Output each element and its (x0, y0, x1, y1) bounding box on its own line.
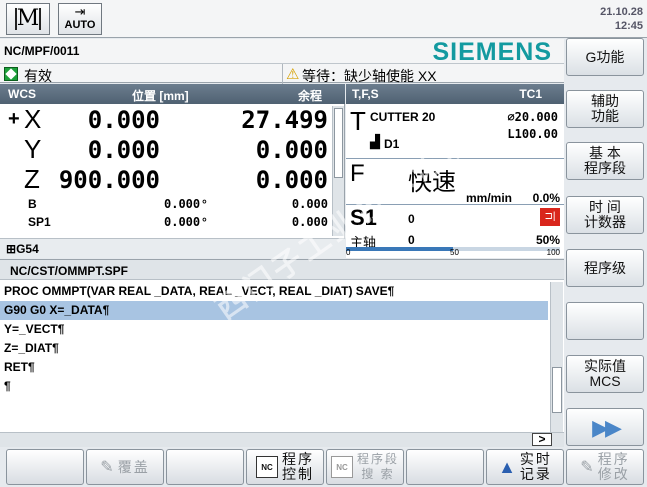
active-status-icon (4, 67, 18, 81)
tool-carrier: TC1 (519, 87, 542, 101)
program-scrollbar[interactable] (550, 282, 563, 432)
scale-max: 100 (546, 248, 560, 257)
hkey-program-modify[interactable]: ✎ 程序 修改 (566, 449, 644, 485)
edit-icon: ✎ (100, 459, 114, 476)
spindle-override: 50% (535, 233, 560, 247)
axis-name: X (24, 104, 42, 134)
program-panel: NC/CST/OMMPT.SPF PROC OMMPT(VAR REAL _DA… (0, 259, 564, 447)
spindle-label: S1 (350, 205, 377, 230)
spindle-speed: 0 (408, 212, 415, 226)
scroll-right-button[interactable]: > (532, 433, 552, 446)
auto-mode-icon[interactable]: ⇥ AUTO (58, 3, 102, 35)
softkey-basic-block[interactable]: 基 本 程序段 (566, 142, 644, 180)
axis-position: 0.000 (87, 106, 160, 134)
hkey-3[interactable] (166, 449, 244, 485)
warning-icon: ⚠ (286, 66, 300, 83)
alarm-text: 等待：缺少轴使能 XX (302, 68, 437, 84)
date-display: 21.10.28 (600, 6, 643, 18)
softkey-actual-value-mcs[interactable]: 实际值 MCS (566, 355, 644, 393)
channel-status: 有效 (24, 68, 52, 84)
program-line[interactable]: ¶ (0, 377, 548, 396)
feed-unit: mm/min (466, 191, 513, 205)
axis-position: 0.000 (87, 136, 160, 164)
distance-to-go-header: 余程 (298, 89, 323, 103)
softkey-program-level[interactable]: 程序级 (566, 249, 644, 287)
feed-override: 0.0% (532, 191, 560, 205)
position-header: 位置 [mm] (132, 89, 189, 103)
softkey-time-counter[interactable]: 时 间 计数器 (566, 196, 644, 234)
hkey-overwrite[interactable]: ✎ 覆盖 (86, 449, 164, 485)
axis-remaining: 0.000 (255, 166, 328, 194)
axis-name: Z (24, 164, 40, 194)
axis-remaining: 0.000 (255, 136, 328, 164)
program-line[interactable]: RET¶ (0, 358, 548, 377)
feed-label: F (350, 160, 365, 187)
tool-diameter: ⌀20.000 (507, 110, 558, 124)
softkey-aux-function[interactable]: 辅助 功能 (566, 90, 644, 128)
tfs-title: T,F,S (352, 87, 379, 101)
feed-value: 快速 (408, 169, 456, 196)
machine-mode-icon[interactable]: M (6, 3, 50, 35)
spindle-stop-icon: ⊐| (540, 208, 560, 226)
axis-name: Y (24, 134, 42, 164)
program-line[interactable]: Z=_DIAT¶ (0, 339, 548, 358)
modify-icon: ✎ (580, 459, 594, 476)
mill-tool-icon: ▟ (370, 134, 380, 149)
program-file-path: NC/CST/OMMPT.SPF (10, 264, 129, 278)
frame-icon: ⊞ (6, 242, 17, 256)
program-editor[interactable]: PROC OMMPT(VAR REAL _DATA, REAL _VECT, R… (0, 282, 548, 432)
wcs-panel: WCS 位置 [mm] 余程 + X 0.000 27.499 Y 0.000 … (0, 84, 345, 258)
program-line-selected[interactable]: G90 G0 X=_DATA¶ (0, 301, 548, 320)
time-display: 12:45 (614, 20, 643, 32)
tfs-panel: T,F,S TC1 T CUTTER 20 ⌀20.000 L100.00 ▟ … (346, 84, 564, 258)
tool-label: T (350, 106, 366, 136)
softkey-g-function[interactable]: G功能 (566, 38, 644, 76)
axis-position: 900.000 (58, 166, 160, 194)
tool-name: CUTTER 20 (370, 110, 436, 124)
hkey-block-search[interactable]: NC 程序段 搜 索 (326, 449, 404, 485)
nc-icon: NC (256, 456, 278, 478)
program-line[interactable]: PROC OMMPT(VAR REAL _DATA, REAL _VECT, R… (0, 282, 548, 301)
axis-row-b: B 0.000 ° 0.000 (28, 197, 328, 211)
tool-edge: D1 (384, 137, 400, 151)
work-offset: G54 (16, 242, 39, 256)
top-bar: M ⇥ AUTO 21.10.28 12:45 (0, 0, 647, 38)
hkey-program-control[interactable]: NC 程序 控制 (246, 449, 324, 485)
axis-scrollbar[interactable] (332, 106, 344, 236)
hkey-6[interactable] (406, 449, 484, 485)
hkey-1[interactable] (6, 449, 84, 485)
tool-length: L100.00 (507, 127, 558, 141)
spindle-sub-value: 0 (408, 233, 415, 247)
wcs-title: WCS (8, 87, 36, 101)
axis-remaining: 27.499 (241, 106, 328, 134)
record-icon: ▲ (498, 456, 516, 477)
scale-min: 0 (346, 248, 351, 257)
program-line[interactable]: Y=_VECT¶ (0, 320, 548, 339)
softkey-next-icon[interactable]: ▶▶ (566, 408, 644, 446)
axis-row-z: Z 900.000 0.000 (0, 164, 330, 196)
program-path: NC/MPF/0011 (4, 44, 80, 58)
axis-row-y: Y 0.000 0.000 (0, 134, 330, 166)
scale-mid: 50 (450, 248, 459, 257)
axis-row-sp1: SP1 0.000 ° 0.000 (28, 215, 328, 229)
axis-row-x: + X 0.000 27.499 (8, 104, 328, 134)
nc-search-icon: NC (330, 456, 353, 478)
softkey-empty-6[interactable] (566, 302, 644, 340)
hkey-realtime-record[interactable]: ▲ 实时 记录 (486, 449, 564, 485)
